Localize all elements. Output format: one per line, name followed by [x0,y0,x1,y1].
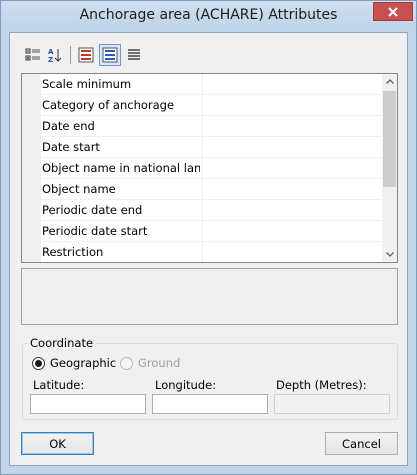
radio-dot [35,359,42,367]
property-rows: Scale minimum Category of anchorage Date… [40,74,383,262]
close-icon [388,6,398,17]
ok-button[interactable]: OK [21,432,94,455]
geographic-label: Geographic [50,356,117,370]
property-value[interactable] [202,221,383,241]
property-row[interactable]: Category of anchorage [40,95,382,116]
show-attributes-button[interactable] [75,44,97,66]
depth-input[interactable] [274,394,390,414]
property-value[interactable] [202,137,383,157]
property-value[interactable] [202,200,383,220]
property-value[interactable] [202,74,383,94]
toolbar-separator [70,46,71,64]
close-button[interactable] [373,2,413,21]
property-name: Periodic date end [42,203,143,217]
cancel-button[interactable]: Cancel [325,432,398,455]
scroll-down-button[interactable] [382,247,397,262]
property-row[interactable]: Date start [40,137,382,158]
radio-button-checked[interactable] [32,356,45,370]
categorized-view-button[interactable] [22,44,44,66]
ground-label: Ground [138,356,181,370]
latitude-input[interactable] [30,394,146,414]
property-row[interactable]: Scale minimum [40,74,382,95]
property-name: Category of anchorage [42,98,175,112]
property-name: Restriction [42,245,104,259]
geographic-radio[interactable]: Geographic [32,356,116,370]
longitude-label: Longitude: [155,378,217,392]
chevron-down-icon [385,252,394,257]
radio-button-disabled[interactable] [120,356,133,370]
show-acronyms-button[interactable] [99,44,121,66]
list-lines-icon [128,49,140,60]
property-name: Object name in national langu [42,161,200,175]
property-row[interactable]: Restriction [40,242,383,262]
property-value[interactable] [202,242,383,262]
property-grid[interactable]: Scale minimum Category of anchorage Date… [21,73,398,263]
latitude-label: Latitude: [33,378,85,392]
dialog-window: Anchorage area (ACHARE) Attributes A Z S… [0,0,417,475]
grid-margin [22,74,41,262]
property-row[interactable]: Periodic date end [40,200,382,221]
acronym-list-icon [102,47,118,63]
ground-radio[interactable]: Ground [120,356,180,370]
property-name: Date start [42,140,100,154]
svg-text:Z: Z [48,56,53,63]
description-panel [21,268,398,325]
property-name: Periodic date start [42,224,148,238]
property-value[interactable] [202,95,383,115]
show-all-button[interactable] [123,44,145,66]
dialog-client-area: A Z Scale minimum Category of anchorage … [9,32,408,466]
property-row[interactable]: Periodic date start [40,221,382,242]
longitude-input[interactable] [152,394,268,414]
depth-label: Depth (Metres): [276,378,367,392]
attribute-list-icon [78,47,94,63]
property-value[interactable] [202,158,383,178]
categorized-icon [25,48,40,61]
property-value[interactable] [202,179,383,199]
title-bar[interactable]: Anchorage area (ACHARE) Attributes [1,1,416,31]
svg-text:A: A [48,48,54,56]
sort-az-icon: A Z [48,48,62,63]
property-row[interactable]: Date end [40,116,382,137]
alphabetical-sort-button[interactable]: A Z [44,44,66,66]
property-row[interactable]: Object name in national langu [40,158,382,179]
coordinate-group-label: Coordinate [28,336,96,350]
property-name: Scale minimum [42,77,132,91]
property-value[interactable] [202,116,383,136]
window-title: Anchorage area (ACHARE) Attributes [79,7,338,23]
property-name: Date end [42,119,95,133]
scroll-thumb[interactable] [383,91,396,187]
property-name: Object name [42,182,116,196]
vertical-scrollbar[interactable] [382,74,397,262]
scroll-up-button[interactable] [382,74,397,89]
property-row[interactable]: Object name [40,179,382,200]
chevron-up-icon [385,79,394,84]
